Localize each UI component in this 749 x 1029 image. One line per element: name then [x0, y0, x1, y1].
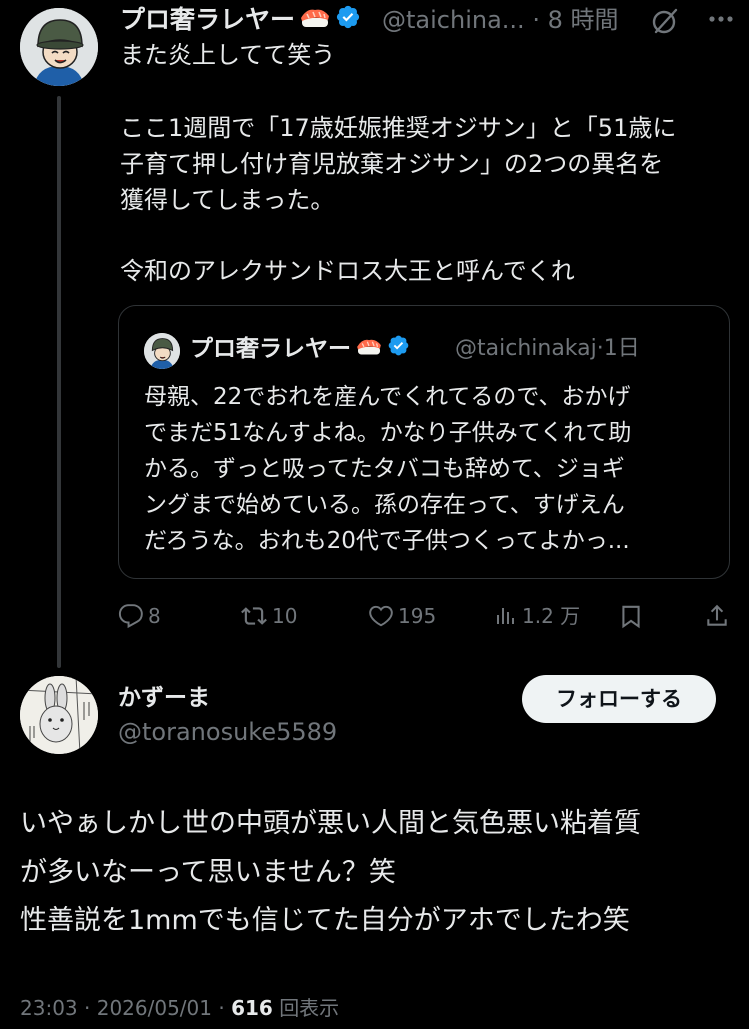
reply-count: 8 [148, 603, 161, 628]
retweet-icon [241, 606, 267, 625]
author-meta: @taichina... · 8 時間 [382, 4, 619, 36]
quoted-text-line: だろうな。おれも20代で子供つくってよかっ... [144, 528, 630, 554]
reply-text-line: 性善説を1mmでも信じてた自分がアホでしたわ笑 [20, 905, 630, 936]
more-icon[interactable] [706, 4, 736, 34]
tweet-text-line: 獲得してしまった。 [120, 186, 335, 214]
reply-author-name[interactable]: かずーま [118, 682, 210, 714]
tweet-text-line: 令和のアレクサンドロス大王と呼んでくれ [120, 257, 575, 285]
like-count: 195 [398, 603, 437, 628]
bookmark-action[interactable] [618, 598, 644, 630]
quoted-time: 1日 [603, 336, 640, 361]
retweet-action[interactable]: 10 [240, 598, 297, 630]
views-action[interactable]: 1.2 万 [494, 598, 580, 630]
quoted-author-name: プロ奢ラレヤー [190, 336, 351, 362]
reply-icon [118, 603, 143, 628]
quoted-text-line: でまだ51なんすよね。かなり子供みてくれて助 [144, 420, 632, 446]
author-name-row[interactable]: プロ奢ラレヤー [120, 4, 361, 36]
verified-badge-icon [387, 334, 410, 366]
share-icon [707, 604, 727, 626]
follow-button[interactable]: フォローする [522, 675, 716, 723]
heart-icon [369, 605, 393, 626]
meta-separator: · [596, 336, 604, 361]
quoted-author-avatar [144, 333, 180, 369]
quoted-text-line: 母親、22でおれを産んでくれてるので、おかげ [144, 384, 631, 410]
sushi-emoji-icon [299, 4, 331, 38]
tweet-time[interactable]: 8 時間 [548, 6, 619, 34]
views-icon [497, 607, 514, 624]
sushi-emoji-icon [355, 334, 383, 366]
retweet-count: 10 [272, 603, 298, 628]
view-label: 回表示 [279, 996, 340, 1020]
reply-date[interactable]: 2026/05/01 [97, 996, 212, 1020]
author-avatar[interactable] [20, 8, 98, 86]
bookmark-icon [622, 605, 640, 628]
reply-time[interactable]: 23:03 [20, 996, 78, 1020]
author-name[interactable]: プロ奢ラレヤー [120, 5, 295, 34]
verified-badge-icon [335, 4, 361, 38]
tweet-text-line: ここ1週間で「17歳妊娠推奨オジサン」と「51歳に [120, 114, 677, 142]
reply-action[interactable]: 8 [118, 598, 161, 630]
reply-author-avatar[interactable] [20, 676, 98, 754]
quoted-handle: @taichinakaj [455, 336, 597, 361]
tweet-text-line: 子育て押し付け育児放棄オジサン」の2つの異名を [120, 150, 664, 178]
meta-separator: · [532, 6, 540, 34]
tweet-text-line: また炎上してて笑う [120, 41, 336, 69]
meta-separator: · [84, 996, 91, 1020]
view-count: 616 [231, 996, 273, 1020]
reply-meta: 23:03 · 2026/05/01 · 616 回表示 [20, 992, 339, 1024]
thread-connector-line [57, 96, 61, 668]
quoted-meta: @taichinakaj·1日 [455, 333, 640, 365]
views-count: 1.2 万 [522, 603, 581, 628]
grok-icon[interactable] [650, 6, 680, 36]
author-handle[interactable]: @taichina... [382, 6, 525, 34]
like-action[interactable]: 195 [368, 598, 436, 630]
meta-separator: · [218, 996, 225, 1020]
share-action[interactable] [704, 598, 730, 630]
reply-text-line: が多いなーって思いません？笑 [20, 857, 396, 888]
reply-author-handle[interactable]: @toranosuke5589 [118, 716, 337, 748]
quoted-text-line: かる。ずっと吸ってたタバコも辞めて、ジョギ [144, 456, 625, 482]
quoted-text-line: ングまで始めている。孫の存在って、すげえん [144, 492, 625, 518]
reply-text-line: いやぁしかし世の中頭が悪い人間と気色悪い粘着質 [20, 808, 641, 839]
quoted-author-name-row: プロ奢ラレヤー [190, 333, 410, 365]
